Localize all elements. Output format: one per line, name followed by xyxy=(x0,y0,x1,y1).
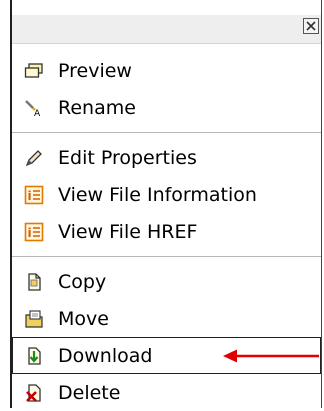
menu-item-label: Download xyxy=(58,344,153,367)
close-button[interactable] xyxy=(303,18,319,34)
rename-icon: A xyxy=(24,98,44,118)
info-icon: i xyxy=(24,185,44,205)
menu-item-copy[interactable]: Copy xyxy=(12,263,321,300)
menu-separator xyxy=(12,256,321,257)
menu-header xyxy=(12,15,321,44)
context-menu: Preview A Rename Edit Properties i View … xyxy=(10,0,322,408)
menu-item-view-file-href[interactable]: i View File HREF xyxy=(12,213,321,250)
preview-icon xyxy=(24,61,44,81)
menu-item-label: Copy xyxy=(58,270,107,293)
info-icon: i xyxy=(24,222,44,242)
download-icon xyxy=(24,346,44,366)
menu-item-preview[interactable]: Preview xyxy=(12,52,321,89)
menu-separator xyxy=(12,132,321,133)
menu-item-label: Move xyxy=(58,307,109,330)
copy-icon xyxy=(24,272,44,292)
close-icon xyxy=(306,21,316,31)
svg-text:i: i xyxy=(28,189,32,203)
menu-item-edit-properties[interactable]: Edit Properties xyxy=(12,139,321,176)
menu-item-rename[interactable]: A Rename xyxy=(12,89,321,126)
menu-item-download[interactable]: Download xyxy=(12,337,321,374)
menu-item-label: Preview xyxy=(58,59,132,82)
pencil-icon xyxy=(24,148,44,168)
pointer-arrow-icon xyxy=(221,337,321,374)
menu-list: Preview A Rename Edit Properties i View … xyxy=(12,52,321,411)
menu-item-view-file-information[interactable]: i View File Information xyxy=(12,176,321,213)
menu-item-label: Delete xyxy=(58,381,121,404)
svg-text:A: A xyxy=(34,109,41,118)
svg-text:i: i xyxy=(28,226,32,240)
delete-icon xyxy=(24,383,44,403)
menu-item-label: Rename xyxy=(58,96,136,119)
menu-item-label: View File Information xyxy=(58,183,257,206)
menu-item-delete[interactable]: Delete xyxy=(12,374,321,411)
move-icon xyxy=(24,309,44,329)
menu-item-move[interactable]: Move xyxy=(12,300,321,337)
menu-item-label: View File HREF xyxy=(58,220,198,243)
menu-item-label: Edit Properties xyxy=(58,146,197,169)
